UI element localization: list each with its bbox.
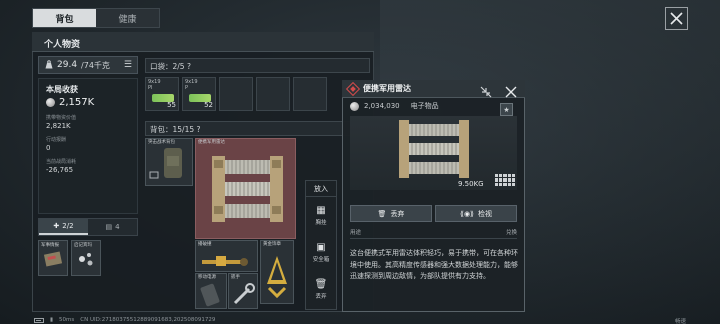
medkit-icon: ✚ [53, 222, 60, 230]
round-income-value: 2,157K [59, 97, 95, 108]
signal-icon: ▮ [50, 317, 54, 323]
trash-icon: 🗑 [377, 209, 387, 218]
pocket-slot-3[interactable] [219, 77, 253, 111]
weight-max: /74千克 [81, 60, 110, 70]
item-meta: 2,034,030 电子物品 [350, 101, 439, 111]
personal-items-title: 个人物资 [32, 32, 374, 52]
emblem-icon [267, 256, 287, 299]
intel-icon [43, 251, 63, 267]
carried-value-label: 携带物资价值 [46, 115, 77, 121]
round-stats: 本局收获 2,157K 携带物资价值 2,821K 行动报酬 0 当前战局消耗 … [38, 78, 138, 214]
backpack-icon [149, 148, 182, 179]
collapse-icon [480, 86, 492, 98]
item-category: 电子物品 [410, 102, 439, 110]
purpose-label: 用途 [350, 230, 362, 236]
rarity-icon [345, 81, 361, 96]
detail-discard-button[interactable]: 🗑 丢弃 [350, 205, 432, 222]
put-into-label: 放入 [306, 181, 336, 197]
close-icon [505, 86, 517, 98]
tab-health[interactable]: 健康 [96, 9, 159, 27]
weight-indicator: 29.4 /74千克 ☰ [38, 56, 138, 74]
pocket-slot-4[interactable] [256, 77, 290, 111]
exchange-label[interactable]: 兑换 [506, 228, 517, 236]
consumption-label: 当前战局消耗 [46, 159, 77, 165]
top-tabs: 背包 健康 [32, 8, 160, 28]
backpack-item-emblem[interactable]: 黄金饰章 [260, 240, 294, 304]
round-income-label: 本局收获 [46, 85, 78, 94]
pocket-slot-2[interactable]: 9x19 P 52 [182, 77, 216, 111]
equip-slot-gear[interactable]: 启记宾玛 [71, 240, 101, 276]
equipment-subtabs: ✚ 2/2 ▤ 4 [38, 218, 138, 236]
put-chest-rig-button[interactable]: ▦ 胸挂 [306, 197, 336, 234]
battery-icon [34, 317, 44, 323]
consumption-value: -26,765 [46, 166, 74, 174]
purpose-row: 用途 兑换 [350, 228, 517, 239]
radar-icon [399, 120, 469, 178]
backpack-header: 背包：15/15 ? [145, 121, 370, 136]
radar-icon [212, 156, 283, 222]
container-icon: ▤ [105, 223, 113, 231]
list-icon[interactable]: ☰ [124, 60, 132, 70]
subtab-container[interactable]: ▤ 4 [88, 219, 137, 235]
favorite-button[interactable]: ★ [500, 103, 513, 116]
discard-button[interactable]: 🗑 丢弃 [306, 271, 336, 308]
coin-icon [350, 101, 359, 111]
backpack-item-tactical-bag[interactable]: 突击战术背包 [145, 138, 193, 186]
put-safe-box-button[interactable]: ▣ 安全箱 [306, 234, 336, 271]
subtab-medkit[interactable]: ✚ 2/2 [39, 219, 88, 235]
size-grid-icon [495, 174, 515, 186]
inspect-icon: ⟪◉⟫ [460, 209, 474, 218]
item-description: 这台便携式军用雷达体积轻巧，易于携带，可在各种环境中使用。其高精度传感器和强大数… [350, 249, 518, 280]
trash-icon: 🗑 [314, 279, 328, 290]
footer-right: 畅速 [675, 319, 687, 324]
action-reward: 0 [46, 144, 51, 152]
item-preview [350, 116, 517, 190]
chest-rig-icon: ▦ [316, 205, 326, 216]
powerbank-icon [200, 283, 220, 307]
wrench-icon [233, 283, 255, 305]
ping-value: 50ms [59, 317, 75, 323]
carried-value: 2,821K [46, 122, 71, 130]
collapse-button[interactable] [480, 83, 492, 102]
close-button[interactable] [665, 7, 688, 30]
item-title: 便携军用雷达 [363, 84, 411, 93]
gear-icon [79, 253, 93, 266]
uid-text: CN UID:27180375512889091683,202508091729 [80, 317, 216, 323]
weight-icon [45, 59, 53, 71]
star-icon: ★ [503, 105, 510, 114]
weight-current: 29.4 [57, 60, 78, 70]
backpack-item-radar[interactable]: 便携军用雷达 [195, 138, 296, 239]
pocket-slot-5[interactable] [293, 77, 327, 111]
equip-slot-intel[interactable]: 军事情报 [38, 240, 68, 276]
detail-close-button[interactable] [505, 83, 517, 102]
action-reward-label: 行动报酬 [46, 137, 67, 143]
backpack-item-wrench[interactable]: 扳手 [228, 273, 258, 309]
pocket-slot-1[interactable]: 9x19 PI 55 [145, 77, 179, 111]
pump-icon [202, 256, 248, 266]
safe-box-icon: ▣ [316, 242, 326, 253]
item-detail-header: 便携军用雷达 [342, 80, 525, 98]
close-icon [670, 12, 683, 25]
coin-icon [46, 98, 55, 107]
status-footer: ▮ 50ms CN UID:27180375512889091683,20250… [34, 317, 215, 323]
inspect-button[interactable]: ⟪◉⟫ 检视 [435, 205, 517, 222]
put-into-actions: 放入 ▦ 胸挂 ▣ 安全箱 🗑 丢弃 [305, 180, 337, 310]
pocket-header: 口袋：2/5 ? [145, 58, 370, 73]
backpack-item-powerbank[interactable]: 移动电源 [195, 273, 227, 309]
item-value: 2,034,030 [364, 102, 400, 110]
tab-backpack[interactable]: 背包 [33, 9, 96, 27]
backpack-item-pump[interactable]: 播破撞 [195, 240, 258, 272]
item-weight: 9.50KG [458, 180, 484, 188]
